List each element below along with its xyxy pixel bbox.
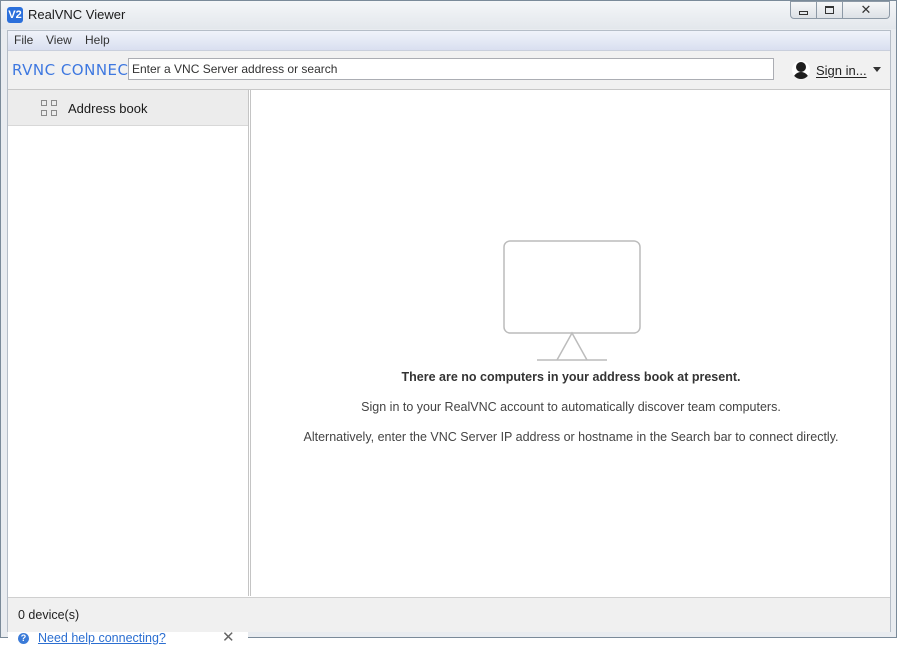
- maximize-button[interactable]: [817, 1, 843, 19]
- main-panel: There are no computers in your address b…: [250, 90, 890, 596]
- empty-line-signin: Sign in to your RealVNC account to autom…: [361, 400, 781, 414]
- title-bar[interactable]: V2 RealVNC Viewer ✕: [1, 1, 896, 29]
- client-area: File View Help RVNC CONNECT Sign in... A: [7, 30, 891, 655]
- sidebar: Address book ? Need help connecting? ✕: [8, 90, 249, 655]
- sidebar-item-label: Address book: [68, 101, 148, 116]
- maximize-icon: [825, 6, 834, 14]
- empty-title: There are no computers in your address b…: [401, 370, 741, 384]
- status-bar: 0 device(s): [8, 597, 890, 632]
- sign-in-button[interactable]: Sign in...: [792, 59, 867, 81]
- menu-view[interactable]: View: [46, 33, 72, 47]
- brand-logo: RVNC CONNECT: [12, 61, 139, 79]
- menu-bar: File View Help: [8, 31, 890, 51]
- search-input[interactable]: [128, 58, 774, 80]
- empty-line-alternative: Alternatively, enter the VNC Server IP a…: [303, 430, 839, 444]
- close-button[interactable]: ✕: [843, 1, 890, 19]
- minimize-button[interactable]: [790, 1, 817, 19]
- sign-in-label: Sign in...: [816, 62, 867, 78]
- menu-file[interactable]: File: [14, 33, 33, 47]
- device-count: 0 device(s): [18, 608, 80, 622]
- toolbar: RVNC CONNECT Sign in...: [8, 51, 890, 90]
- window-title: RealVNC Viewer: [28, 7, 126, 22]
- user-icon: [792, 61, 810, 79]
- menu-help[interactable]: Help: [85, 33, 110, 47]
- window-controls: ✕: [790, 1, 890, 21]
- vnc-icon: V2: [7, 7, 23, 23]
- grid-icon: [41, 100, 58, 117]
- monitor-icon: [503, 240, 641, 361]
- app-window: V2 RealVNC Viewer ✕ File View Help RVNC …: [0, 0, 897, 655]
- question-icon: ?: [18, 633, 29, 644]
- close-icon: ✕: [860, 2, 872, 17]
- sidebar-item-address-book[interactable]: Address book: [8, 90, 248, 126]
- help-link[interactable]: Need help connecting?: [38, 631, 166, 645]
- minimize-icon: [799, 10, 808, 15]
- chevron-down-icon[interactable]: [873, 67, 881, 72]
